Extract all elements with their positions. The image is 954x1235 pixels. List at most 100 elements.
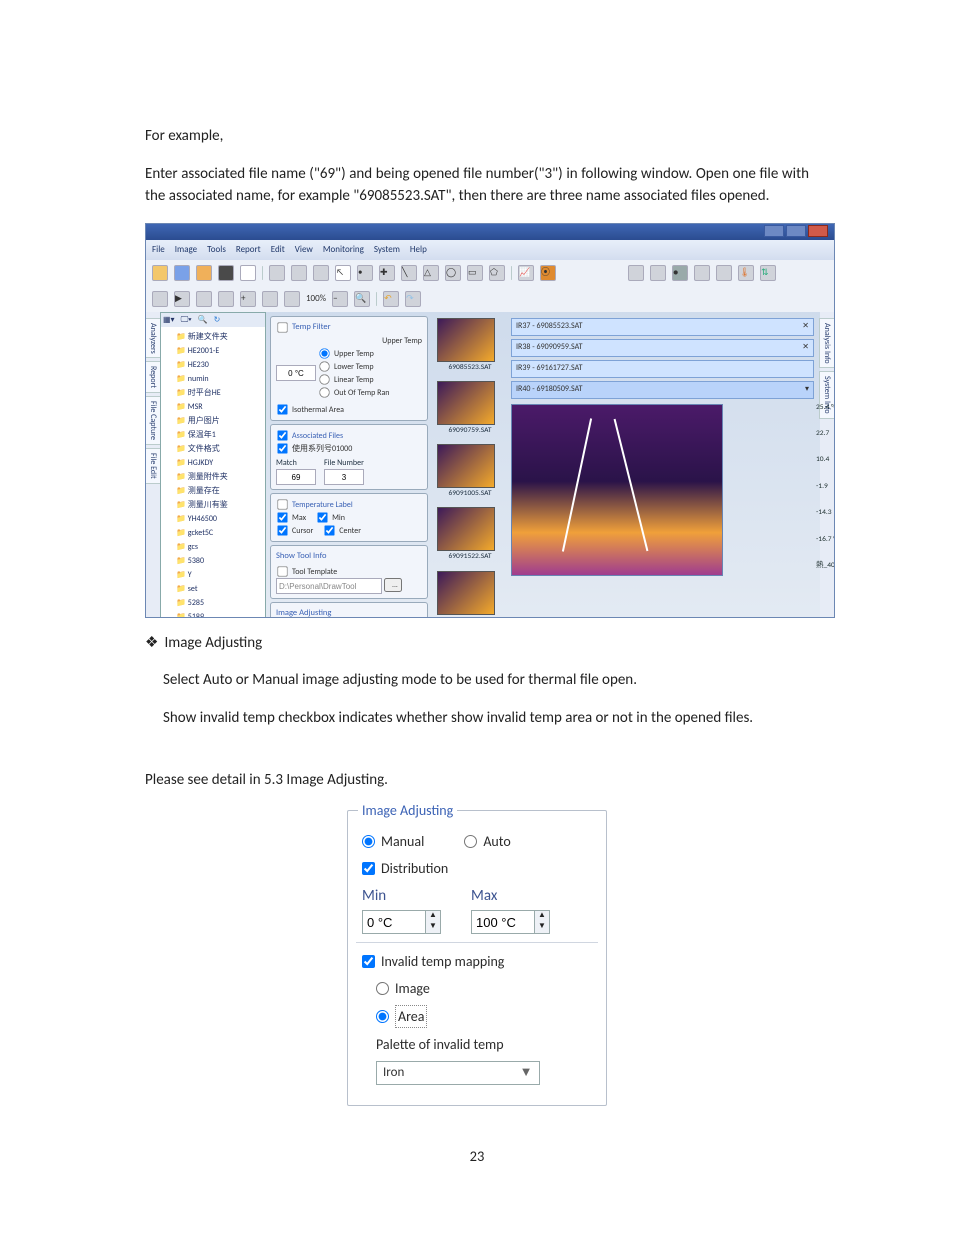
tb-record-icon[interactable]: ⦿ <box>540 265 556 281</box>
menu-image[interactable]: Image <box>175 243 197 257</box>
thumb-image[interactable] <box>437 507 495 551</box>
close-icon[interactable]: ✕ <box>802 341 809 355</box>
cb-associated[interactable] <box>277 431 287 441</box>
tree-item[interactable]: 时平台HE <box>164 386 262 400</box>
tb-save-icon[interactable] <box>174 265 190 281</box>
chevron-down-icon[interactable]: ▾ <box>805 383 809 397</box>
spinner-down-icon[interactable]: ▼ <box>426 922 440 933</box>
tab-analysis-info[interactable]: Analysis Info <box>819 318 835 369</box>
tb-layers-icon[interactable] <box>650 265 666 281</box>
tab-report[interactable]: Report <box>145 361 161 393</box>
tb2-undo-icon[interactable]: ↶ <box>383 291 399 307</box>
tree-item[interactable]: YH46500 <box>164 512 262 526</box>
cb-isothermal[interactable] <box>277 405 287 415</box>
doc-tab[interactable]: IR38 - 69090959.SAT✕ <box>511 339 814 357</box>
tree-item[interactable]: gcs <box>164 540 262 554</box>
tb-chart-icon[interactable]: 📈 <box>518 265 534 281</box>
tree-refresh-icon[interactable]: ↻ <box>214 314 221 326</box>
tree-item[interactable]: 新建文件夹 <box>164 330 262 344</box>
tb-polygon-icon[interactable]: ⬠ <box>489 265 505 281</box>
tree-item[interactable]: HE230 <box>164 358 262 372</box>
menu-tools[interactable]: Tools <box>207 243 226 257</box>
tree-item[interactable]: set <box>164 582 262 596</box>
menu-view[interactable]: View <box>295 243 313 257</box>
menu-help[interactable]: Help <box>410 243 427 257</box>
tree-item[interactable]: numin <box>164 372 262 386</box>
tb-win-icon[interactable] <box>694 265 710 281</box>
r-upper[interactable]: Upper Temp <box>382 335 422 347</box>
cb-center[interactable] <box>325 526 335 536</box>
tree-item[interactable]: MSR <box>164 400 262 414</box>
tb-pref-icon[interactable] <box>716 265 732 281</box>
cb-tooltemplate[interactable] <box>277 566 287 576</box>
tb-copy-icon[interactable] <box>628 265 644 281</box>
cb-invalid-temp[interactable]: Invalid temp mapping <box>362 951 504 972</box>
tb-temp2-icon[interactable]: 🌡 <box>738 265 754 281</box>
tb-point-icon[interactable]: • <box>357 265 373 281</box>
max-input[interactable] <box>472 911 534 933</box>
in-lower[interactable] <box>276 365 316 381</box>
tb-stop-icon[interactable] <box>218 265 234 281</box>
thumb-image[interactable] <box>437 571 495 615</box>
r-lower-temp[interactable] <box>319 362 329 372</box>
cb-temp-filter[interactable] <box>277 323 287 333</box>
tb2-fit-icon[interactable] <box>218 291 234 307</box>
tb-open-icon[interactable] <box>152 265 168 281</box>
tree-item[interactable]: Y <box>164 568 262 582</box>
tb-triangle-icon[interactable]: △ <box>423 265 439 281</box>
menu-report[interactable]: Report <box>236 243 261 257</box>
chevron-down-icon[interactable]: ▼ <box>519 1063 533 1083</box>
tree-item[interactable]: 测量附件夹 <box>164 470 262 484</box>
thermal-viewer[interactable] <box>511 404 723 576</box>
tb-rect-icon[interactable]: ▭ <box>467 265 483 281</box>
tb2-dup-icon[interactable] <box>284 291 300 307</box>
file-tree[interactable]: ▦▾ 🖵▾ 🔍 ↻ 新建文件夹 HE2001-E HE230 numin 时平台… <box>160 312 266 618</box>
menu-file[interactable]: File <box>152 243 165 257</box>
doc-tab-active[interactable]: IR40 - 69180509.SAT▾ <box>511 381 814 399</box>
radio-area[interactable]: Area <box>376 1005 427 1028</box>
tb2-search-icon[interactable]: 🔍 <box>354 291 370 307</box>
browse-button[interactable]: ... <box>384 578 402 592</box>
window-controls[interactable] <box>764 225 828 239</box>
tb-zoom-icon[interactable] <box>313 265 329 281</box>
tab-file-capture[interactable]: File Capture <box>145 396 161 445</box>
r-upper-temp[interactable] <box>319 349 329 359</box>
filenum-input[interactable] <box>324 469 364 485</box>
cb-series[interactable] <box>277 444 287 454</box>
tree-item[interactable]: HGJKDY <box>164 456 262 470</box>
tb-new-icon[interactable] <box>240 265 256 281</box>
close-icon[interactable]: ✕ <box>802 320 809 334</box>
tree-item[interactable]: 用户图片 <box>164 414 262 428</box>
tree-item[interactable]: 文件格式 <box>164 442 262 456</box>
tree-icon-view[interactable]: 🖵▾ <box>181 314 192 326</box>
tb2-plus-icon[interactable]: + <box>240 291 256 307</box>
tree-item[interactable]: 保温年1 <box>164 428 262 442</box>
tb-palette-icon[interactable] <box>269 265 285 281</box>
tb-cross-icon[interactable]: ✚ <box>379 265 395 281</box>
spinner-down-icon[interactable]: ▼ <box>535 922 549 933</box>
tb-disk-icon[interactable]: ● <box>672 265 688 281</box>
thumb-image[interactable] <box>437 381 495 425</box>
tree-search-icon[interactable]: 🔍 <box>198 314 208 326</box>
r-out-range[interactable] <box>319 388 329 398</box>
menu-monitoring[interactable]: Monitoring <box>323 243 364 257</box>
radio-auto[interactable]: Auto <box>464 831 510 852</box>
radio-manual[interactable]: Manual <box>362 831 424 852</box>
thumb-image[interactable] <box>437 318 495 362</box>
cb-min[interactable] <box>317 513 327 523</box>
tb-export-icon[interactable] <box>196 265 212 281</box>
tool-path[interactable] <box>276 578 382 594</box>
menu-system[interactable]: System <box>374 243 400 257</box>
tree-icon-grid[interactable]: ▦▾ <box>163 314 175 326</box>
tb2-hand-icon[interactable] <box>196 291 212 307</box>
tb-line-icon[interactable]: ╲ <box>401 265 417 281</box>
tree-item[interactable]: 测量存在 <box>164 484 262 498</box>
tb-circle-icon[interactable]: ◯ <box>445 265 461 281</box>
r-linear-temp[interactable] <box>319 375 329 385</box>
tb-cursor-icon[interactable]: ↖ <box>335 265 351 281</box>
cb-cursor[interactable] <box>277 526 287 536</box>
tree-item[interactable]: 5380 <box>164 554 262 568</box>
tree-item[interactable]: HE2001-E <box>164 344 262 358</box>
tb2-minus-icon[interactable]: − <box>332 291 348 307</box>
tb2-play-icon[interactable]: ▶ <box>174 291 190 307</box>
